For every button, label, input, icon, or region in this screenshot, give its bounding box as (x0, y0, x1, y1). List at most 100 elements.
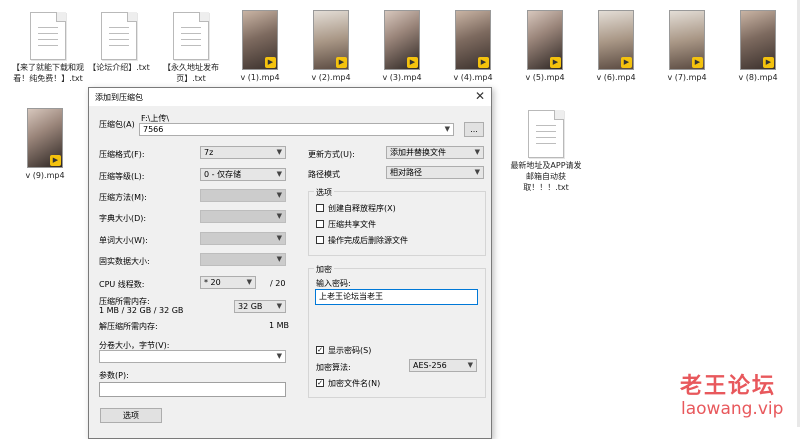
level-value: 0 - 仅存储 (204, 170, 242, 179)
level-select[interactable]: 0 - 仅存储 ▼ (200, 168, 286, 181)
file-label: v (3).mp4 (382, 73, 422, 82)
shared-checkbox[interactable] (316, 220, 324, 228)
video-thumbnail-icon: ▶ (740, 10, 776, 70)
format-select[interactable]: 7z ▼ (200, 146, 286, 159)
chevron-down-icon: ▼ (444, 125, 450, 133)
file-label: v (5).mp4 (525, 73, 565, 82)
file-label: 【永久地址发布页】.txt (163, 63, 219, 83)
enc-method-label: 加密算法: (316, 363, 351, 372)
unmem-label: 解压缩所需内存: (99, 322, 158, 331)
file-label: 【论坛介绍】.txt (88, 63, 150, 72)
chevron-down-icon: ▼ (276, 302, 282, 310)
mem-detail: 1 MB / 32 GB / 32 GB (99, 306, 184, 315)
close-icon[interactable]: ✕ (475, 89, 485, 103)
password-label: 输入密码: (316, 279, 351, 288)
encrypt-names-label: 加密文件名(N) (328, 379, 381, 388)
file-label: v (2).mp4 (311, 73, 351, 82)
file-label: 【来了就能下载和观看！纯免费！】.txt (12, 63, 84, 83)
split-select[interactable]: ▼ (99, 350, 286, 363)
cpu-select[interactable]: * 20 ▼ (200, 276, 256, 289)
dict-label: 字典大小(D): (99, 214, 147, 223)
mem-select[interactable]: 32 GB ▼ (234, 300, 286, 313)
video-thumbnail-icon: ▶ (527, 10, 563, 70)
path-select[interactable]: 相对路径 ▼ (386, 166, 484, 179)
chevron-down-icon: ▼ (246, 278, 252, 286)
chevron-down-icon: ▼ (276, 255, 282, 263)
file-label: v (9).mp4 (25, 171, 65, 180)
cpu-value: 20 (210, 278, 221, 287)
file-video-1[interactable]: ▶ v (1).mp4 (224, 10, 296, 83)
chevron-down-icon: ▼ (276, 352, 282, 360)
add-to-archive-dialog: 添加到压缩包 ✕ 压缩包(A) F:\上传\ 7566 ▼ ... 压缩格式(F)… (88, 87, 492, 439)
delete-label: 操作完成后删除源文件 (328, 236, 408, 245)
video-thumbnail-icon: ▶ (242, 10, 278, 70)
archive-label: 压缩包(A) (99, 120, 135, 129)
video-thumbnail-icon: ▶ (313, 10, 349, 70)
chevron-down-icon: ▼ (467, 361, 473, 369)
video-thumbnail-icon: ▶ (598, 10, 634, 70)
watermark-url: laowang.vip (681, 399, 784, 419)
dict-select[interactable]: ▼ (200, 210, 286, 223)
method-select[interactable]: ▼ (200, 189, 286, 202)
file-label: v (1).mp4 (240, 73, 280, 82)
archive-name-input[interactable]: 7566 ▼ (139, 123, 454, 136)
update-select[interactable]: 添加并替换文件 ▼ (386, 146, 484, 159)
sfx-label: 创建自释放程序(X) (328, 204, 396, 213)
video-thumbnail-icon: ▶ (669, 10, 705, 70)
format-value: 7z (204, 148, 214, 157)
file-label: v (8).mp4 (738, 73, 778, 82)
update-value: 添加并替换文件 (390, 148, 446, 157)
file-label: v (6).mp4 (596, 73, 636, 82)
archive-name-value: 7566 (143, 125, 164, 134)
file-video-8[interactable]: ▶ v (8).mp4 (722, 10, 794, 83)
file-forum-intro-txt[interactable]: 【论坛介绍】.txt (83, 12, 155, 73)
text-file-icon (173, 12, 209, 60)
params-input[interactable] (99, 382, 286, 397)
options-button[interactable]: 选项 (100, 408, 162, 423)
file-newest-address-txt[interactable]: 最新地址及APP请发邮箱自动获取！！！.txt (510, 110, 582, 193)
update-label: 更新方式(U): (308, 150, 355, 159)
video-thumbnail-icon: ▶ (27, 108, 63, 168)
file-label: 最新地址及APP请发邮箱自动获取！！！.txt (510, 161, 582, 192)
word-label: 单词大小(W): (99, 236, 148, 245)
file-address-txt[interactable]: 【永久地址发布页】.txt (155, 12, 227, 84)
chevron-down-icon: ▼ (474, 168, 480, 176)
file-video-7[interactable]: ▶ v (7).mp4 (651, 10, 723, 83)
chevron-down-icon: ▼ (276, 212, 282, 220)
cpu-label: CPU 线程数: (99, 280, 145, 289)
file-label: v (4).mp4 (453, 73, 493, 82)
dialog-titlebar: 添加到压缩包 ✕ (89, 88, 491, 106)
sfx-checkbox[interactable] (316, 204, 324, 212)
text-file-icon (528, 110, 564, 158)
show-password-label: 显示密码(S) (328, 346, 372, 355)
level-label: 压缩等级(L): (99, 172, 145, 181)
show-password-checkbox[interactable]: ✓ (316, 346, 324, 354)
chevron-down-icon: ▼ (276, 170, 282, 178)
solid-select[interactable]: ▼ (200, 253, 286, 266)
file-video-6[interactable]: ▶ v (6).mp4 (580, 10, 652, 83)
file-video-2[interactable]: ▶ v (2).mp4 (295, 10, 367, 83)
delete-checkbox[interactable] (316, 236, 324, 244)
file-video-4[interactable]: ▶ v (4).mp4 (437, 10, 509, 83)
word-select[interactable]: ▼ (200, 232, 286, 245)
enc-method-select[interactable]: AES-256 ▼ (409, 359, 477, 372)
file-video-5[interactable]: ▶ v (5).mp4 (509, 10, 581, 83)
password-input[interactable]: 上老王论坛当老王 (315, 289, 478, 305)
file-video-9[interactable]: ▶ v (9).mp4 (9, 108, 81, 181)
encrypt-names-checkbox[interactable]: ✓ (316, 379, 324, 387)
chevron-down-icon: ▼ (276, 234, 282, 242)
path-value: 相对路径 (390, 168, 422, 177)
chevron-down-icon: ▼ (474, 148, 480, 156)
video-thumbnail-icon: ▶ (455, 10, 491, 70)
file-video-3[interactable]: ▶ v (3).mp4 (366, 10, 438, 83)
format-label: 压缩格式(F): (99, 150, 145, 159)
mem-value: 32 GB (238, 302, 263, 311)
file-intro-txt[interactable]: 【来了就能下载和观看！纯免费！】.txt (12, 12, 84, 84)
video-thumbnail-icon: ▶ (384, 10, 420, 70)
enc-method-value: AES-256 (413, 361, 447, 370)
dialog-title: 添加到压缩包 (95, 93, 143, 102)
browse-button[interactable]: ... (464, 122, 484, 137)
chevron-down-icon: ▼ (276, 148, 282, 156)
shared-label: 压缩共享文件 (328, 220, 376, 229)
watermark-title: 老王论坛 (680, 374, 777, 399)
